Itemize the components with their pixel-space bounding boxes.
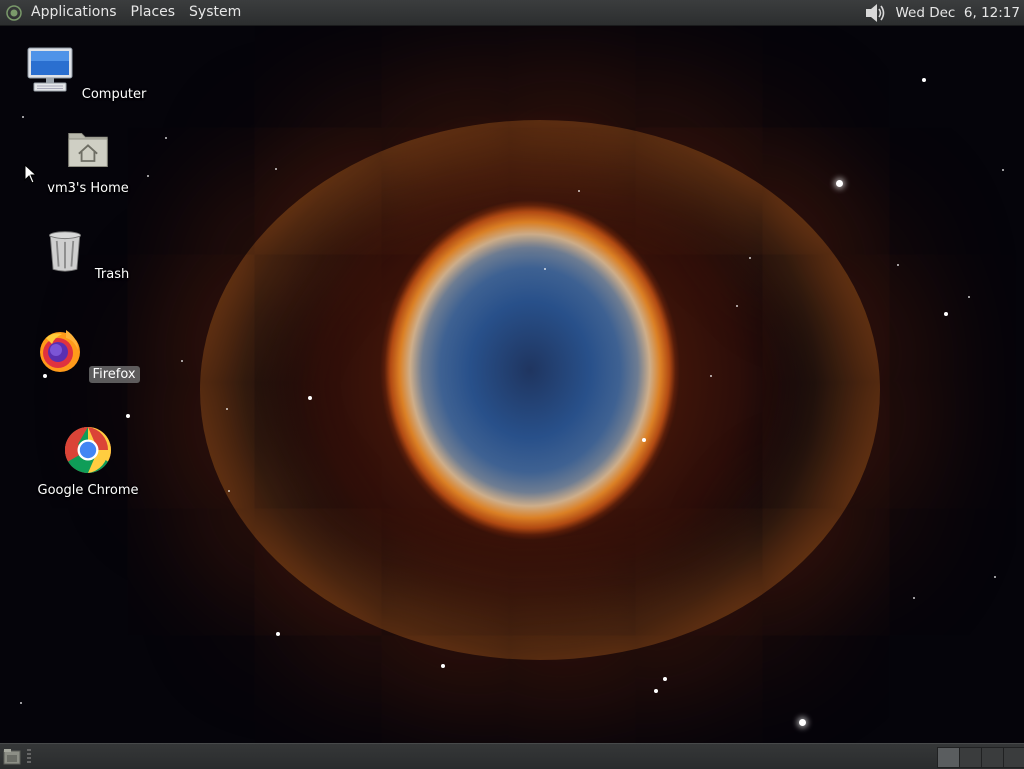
star bbox=[578, 190, 580, 192]
computer-monitor-icon bbox=[27, 47, 73, 92]
star bbox=[181, 360, 183, 362]
menu-places[interactable]: Places bbox=[124, 0, 183, 25]
star bbox=[22, 116, 24, 118]
star bbox=[544, 268, 546, 270]
desktop-icon-label: vm3's Home bbox=[47, 181, 129, 196]
desktop-icon-label: Computer bbox=[81, 87, 147, 102]
star bbox=[663, 677, 667, 681]
star bbox=[749, 257, 751, 259]
star bbox=[226, 408, 228, 410]
star bbox=[276, 632, 280, 636]
menu-system[interactable]: System bbox=[182, 0, 248, 25]
desktop-icon-label: Trash bbox=[94, 267, 130, 282]
desktop-icon-computer[interactable]: Computer bbox=[23, 46, 153, 103]
workspace-4[interactable] bbox=[1003, 747, 1024, 768]
home-folder-icon bbox=[68, 133, 108, 167]
star bbox=[228, 490, 230, 492]
bottom-panel bbox=[0, 743, 1024, 769]
desktop-icon-chrome[interactable]: Google Chrome bbox=[23, 426, 153, 499]
star bbox=[126, 414, 130, 418]
star bbox=[710, 375, 712, 377]
star bbox=[441, 664, 445, 668]
panel-status-area: Wed Dec 6, 12:17 bbox=[865, 0, 1020, 25]
trash-can-icon bbox=[48, 231, 81, 272]
desktop-icon-label: Google Chrome bbox=[37, 483, 139, 498]
desktop-icon-home[interactable]: vm3's Home bbox=[23, 128, 153, 197]
star bbox=[275, 168, 277, 170]
firefox-icon bbox=[40, 330, 81, 372]
star bbox=[1002, 169, 1004, 171]
star bbox=[913, 597, 915, 599]
desktop-icon-firefox[interactable]: Firefox bbox=[23, 326, 153, 383]
desktop-wallpaper[interactable] bbox=[0, 0, 1024, 768]
star bbox=[994, 576, 996, 578]
workspace-2[interactable] bbox=[959, 747, 982, 768]
gnome-foot-icon[interactable] bbox=[6, 4, 22, 21]
desktop-icon-label: Firefox bbox=[88, 366, 140, 383]
desktop-icon-trash[interactable]: Trash bbox=[23, 228, 153, 283]
star bbox=[308, 396, 312, 400]
star bbox=[968, 296, 970, 298]
star bbox=[654, 689, 658, 693]
star bbox=[836, 180, 843, 187]
panel-drag-handle[interactable] bbox=[27, 749, 31, 764]
star bbox=[736, 305, 738, 307]
star bbox=[20, 702, 22, 704]
main-menu-bar: Applications Places System bbox=[6, 0, 248, 25]
workspace-3[interactable] bbox=[981, 747, 1004, 768]
star bbox=[799, 719, 806, 726]
menu-applications[interactable]: Applications bbox=[24, 0, 124, 25]
star bbox=[897, 264, 899, 266]
chrome-icon bbox=[65, 427, 111, 473]
star bbox=[922, 78, 926, 82]
workspace-1[interactable] bbox=[937, 747, 960, 768]
star bbox=[944, 312, 948, 316]
nebula-glow bbox=[200, 120, 880, 660]
clock[interactable]: Wed Dec 6, 12:17 bbox=[887, 5, 1020, 21]
show-desktop-icon[interactable] bbox=[3, 748, 21, 765]
speaker-volume-icon[interactable] bbox=[865, 3, 887, 23]
mouse-cursor-icon bbox=[24, 164, 36, 184]
star bbox=[165, 137, 167, 139]
star bbox=[642, 438, 646, 442]
top-panel: Applications Places System Wed Dec 6, 12… bbox=[0, 0, 1024, 26]
